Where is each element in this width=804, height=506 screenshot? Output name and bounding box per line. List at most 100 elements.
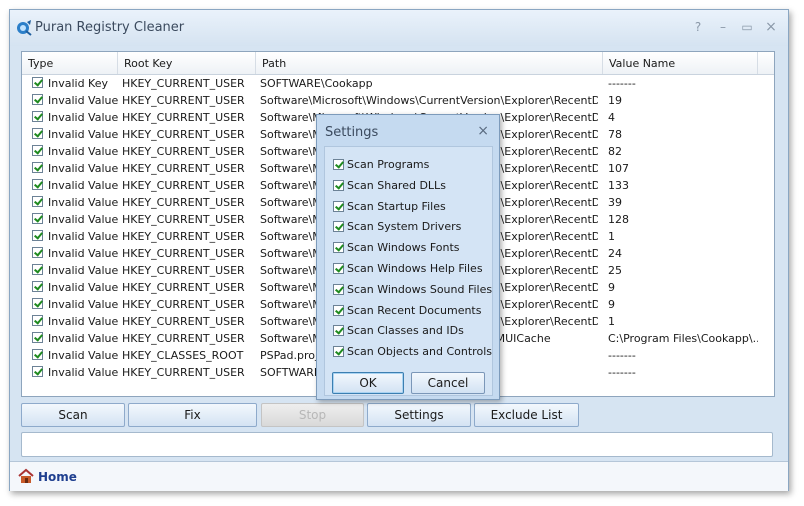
settings-cancel-button[interactable]: Cancel: [411, 372, 485, 394]
row-checkbox[interactable]: [32, 145, 43, 156]
cell-value-name: C:\Program Files\Cookapp\...: [608, 332, 758, 345]
cell-type: Invalid Value: [48, 349, 118, 362]
cell-root-key: HKEY_CURRENT_USER: [122, 264, 245, 277]
row-checkbox[interactable]: [32, 349, 43, 360]
settings-option-checkbox[interactable]: [333, 221, 344, 233]
row-checkbox[interactable]: [32, 111, 43, 122]
navigation-bar: Home: [10, 461, 788, 491]
home-link[interactable]: Home: [38, 470, 77, 484]
table-row[interactable]: Invalid Key HKEY_CURRENT_USER SOFTWARE\Coo…: [22, 75, 774, 92]
cell-root-key: HKEY_CURRENT_USER: [122, 145, 245, 158]
cell-value-name: 1: [608, 315, 615, 328]
row-checkbox[interactable]: [32, 264, 43, 275]
cell-type: Invalid Value: [48, 179, 118, 192]
row-checkbox[interactable]: [32, 298, 43, 309]
cell-root-key: HKEY_CLASSES_ROOT: [122, 349, 244, 362]
title-bar[interactable]: Puran Registry Cleaner ? – ▭ ×: [10, 10, 788, 46]
cell-type: Invalid Value: [48, 162, 118, 175]
settings-option-label: Scan Windows Sound Files: [347, 282, 493, 296]
settings-option-checkbox[interactable]: [333, 304, 344, 316]
cell-value-name: 82: [608, 145, 622, 158]
cell-value-name: 9: [608, 298, 615, 311]
settings-option-label: Scan System Drivers: [347, 220, 462, 234]
cell-value-name: -------: [608, 366, 636, 379]
cell-type: Invalid Value: [48, 281, 118, 294]
settings-ok-button[interactable]: OK: [332, 372, 404, 394]
column-header-type[interactable]: Type: [22, 52, 118, 74]
cell-type: Invalid Value: [48, 111, 118, 124]
row-checkbox[interactable]: [32, 77, 43, 88]
row-checkbox[interactable]: [32, 230, 43, 241]
row-checkbox[interactable]: [32, 281, 43, 292]
cell-type: Invalid Value: [48, 298, 118, 311]
cell-root-key: HKEY_CURRENT_USER: [122, 247, 245, 260]
stop-button[interactable]: Stop: [261, 403, 364, 427]
cell-root-key: HKEY_CURRENT_USER: [122, 230, 245, 243]
fix-button[interactable]: Fix: [128, 403, 257, 427]
cell-value-name: 25: [608, 264, 622, 277]
cell-value-name: 1: [608, 230, 615, 243]
row-checkbox[interactable]: [32, 196, 43, 207]
cell-root-key: HKEY_CURRENT_USER: [122, 366, 245, 379]
cell-value-name: 39: [608, 196, 622, 209]
row-checkbox[interactable]: [32, 162, 43, 173]
cell-root-key: HKEY_CURRENT_USER: [122, 213, 245, 226]
cell-root-key: HKEY_CURRENT_USER: [122, 179, 245, 192]
cell-root-key: HKEY_CURRENT_USER: [122, 315, 245, 328]
cell-type: Invalid Value: [48, 196, 118, 209]
help-button[interactable]: ?: [690, 19, 706, 35]
status-field: [21, 432, 773, 457]
cell-value-name: 9: [608, 281, 615, 294]
cell-root-key: HKEY_CURRENT_USER: [122, 281, 245, 294]
settings-option-checkbox[interactable]: [333, 200, 344, 212]
cell-value-name: 24: [608, 247, 622, 260]
maximize-button[interactable]: ▭: [739, 19, 755, 35]
exclude-list-button[interactable]: Exclude List: [474, 403, 579, 427]
row-checkbox[interactable]: [32, 332, 43, 343]
settings-option-checkbox[interactable]: [333, 159, 344, 170]
cell-type: Invalid Key: [48, 77, 109, 90]
column-header-value-name[interactable]: Value Name: [603, 52, 758, 74]
column-header-root-key[interactable]: Root Key: [118, 52, 256, 74]
home-icon[interactable]: [18, 468, 34, 484]
row-checkbox[interactable]: [32, 179, 43, 190]
settings-option-checkbox[interactable]: [333, 263, 344, 274]
cell-type: Invalid Value: [48, 94, 118, 107]
cell-path: SOFTWARE\Cookapp: [260, 77, 373, 90]
table-row[interactable]: Invalid Value HKEY_CURRENT_USER Software\M…: [22, 92, 774, 109]
row-checkbox[interactable]: [32, 315, 43, 326]
row-checkbox[interactable]: [32, 94, 43, 105]
column-header-path[interactable]: Path: [256, 52, 603, 74]
settings-option-checkbox[interactable]: [333, 283, 344, 295]
settings-option-label: Scan Programs: [347, 158, 430, 171]
grid-header: Type Root Key Path Value Name: [22, 52, 774, 75]
cell-type: Invalid Value: [48, 366, 118, 379]
app-logo-icon: [17, 20, 32, 36]
cell-type: Invalid Value: [48, 315, 118, 328]
settings-close-icon[interactable]: ×: [477, 123, 489, 139]
settings-option-label: Scan Classes and IDs: [347, 324, 464, 338]
close-button[interactable]: ×: [763, 19, 779, 35]
settings-option-checkbox[interactable]: [333, 242, 344, 254]
app-window: Puran Registry Cleaner ? – ▭ × Type Root…: [9, 9, 789, 491]
cell-type: Invalid Value: [48, 230, 118, 243]
window-title: Puran Registry Cleaner: [35, 20, 185, 35]
settings-button[interactable]: Settings: [367, 403, 471, 427]
cell-root-key: HKEY_CURRENT_USER: [122, 128, 245, 141]
minimize-button[interactable]: –: [715, 19, 731, 35]
cell-value-name: 4: [608, 111, 615, 124]
cell-root-key: HKEY_CURRENT_USER: [122, 77, 245, 90]
cell-root-key: HKEY_CURRENT_USER: [122, 162, 245, 175]
row-checkbox[interactable]: [32, 247, 43, 258]
settings-option-label: Scan Windows Help Files: [347, 262, 483, 275]
cell-type: Invalid Value: [48, 264, 118, 277]
scan-button[interactable]: Scan: [21, 403, 125, 427]
cell-root-key: HKEY_CURRENT_USER: [122, 332, 245, 345]
row-checkbox[interactable]: [32, 128, 43, 139]
settings-option-checkbox[interactable]: [333, 325, 344, 337]
row-checkbox[interactable]: [32, 366, 43, 377]
row-checkbox[interactable]: [32, 213, 43, 224]
settings-option-checkbox[interactable]: [333, 346, 344, 358]
settings-option-checkbox[interactable]: [333, 179, 344, 191]
cell-root-key: HKEY_CURRENT_USER: [122, 196, 245, 209]
